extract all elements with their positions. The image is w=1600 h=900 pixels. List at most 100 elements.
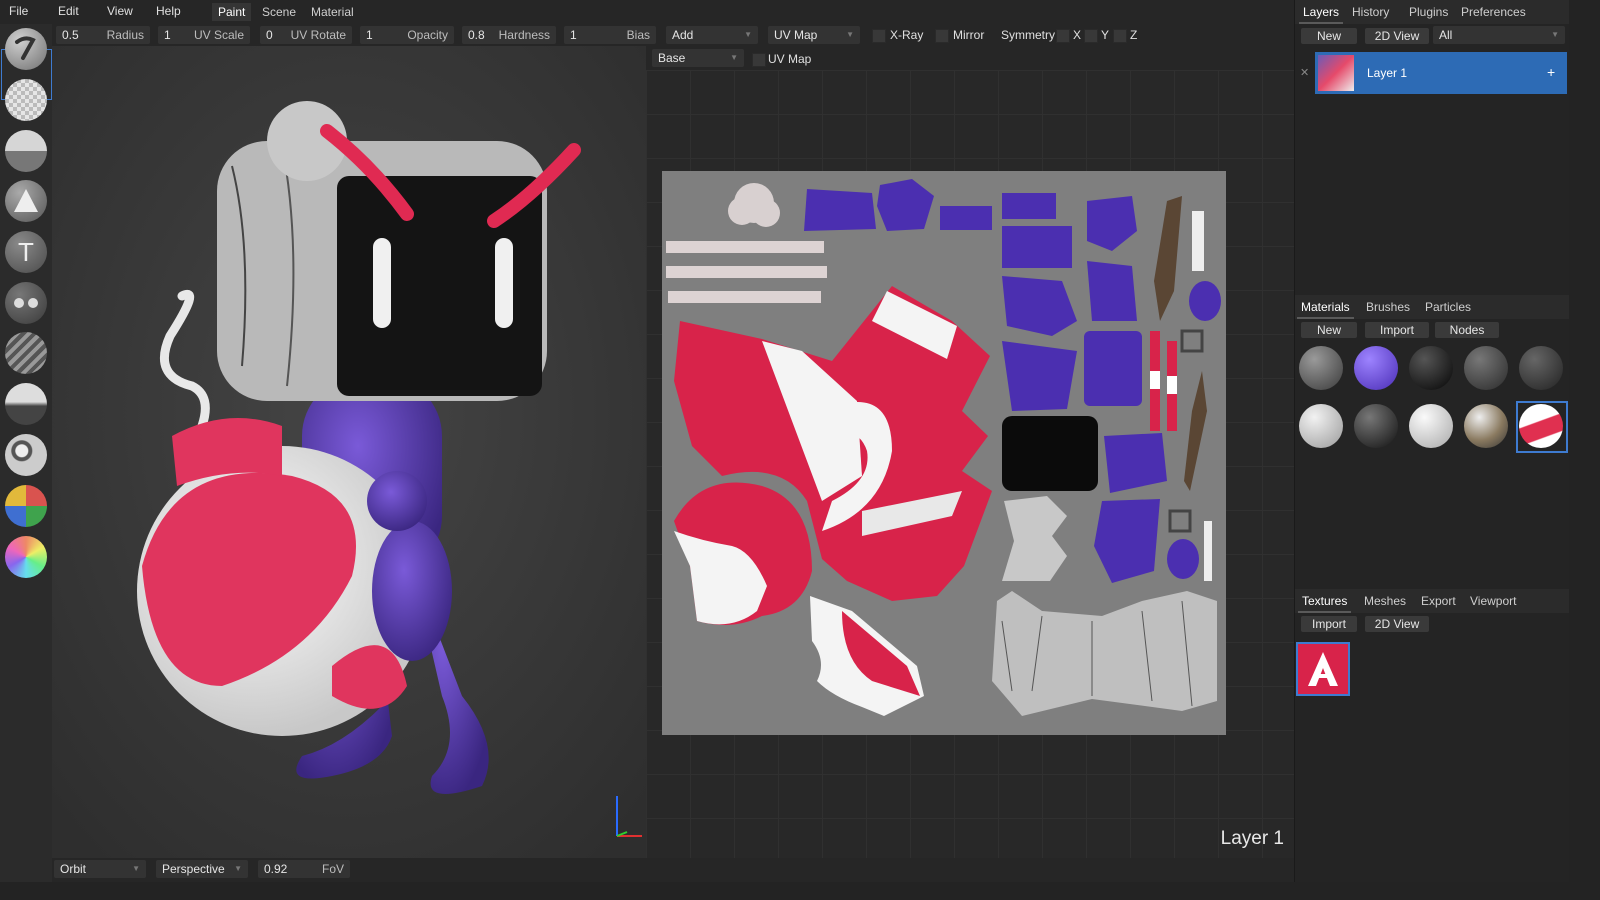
smudge-icon[interactable] — [5, 383, 47, 425]
chevron-down-icon: ▼ — [846, 30, 854, 39]
opacity-field[interactable]: 1 Opacity — [360, 26, 454, 44]
colorid-icon[interactable] — [5, 485, 47, 527]
layer-visibility-icon[interactable]: ✕ — [1300, 66, 1309, 79]
material-slot-8[interactable] — [1409, 404, 1453, 448]
hardness-label: Hardness — [498, 28, 550, 42]
fov-label: FoV — [321, 862, 344, 876]
tab-paint[interactable]: Paint — [212, 3, 252, 21]
uv-editor-view[interactable]: Layer 1 — [646, 70, 1294, 858]
chevron-down-icon: ▼ — [132, 864, 140, 873]
new-material-button[interactable]: New — [1301, 322, 1357, 338]
camera-type-dropdown[interactable]: Perspective ▼ — [156, 860, 248, 878]
tab-export[interactable]: Export — [1421, 594, 1456, 608]
textures-2d-view-button[interactable]: 2D View — [1365, 616, 1429, 632]
tab-materials[interactable]: Materials — [1297, 300, 1354, 319]
decal-icon[interactable] — [5, 180, 47, 222]
sym-x-label: X — [1073, 28, 1082, 42]
uv-layer-dropdown[interactable]: Base ▼ — [652, 49, 744, 67]
sym-z-checkbox[interactable] — [1113, 29, 1127, 43]
tex-coord-value: UV Map — [774, 28, 818, 42]
tool-column: T — [0, 24, 52, 882]
uv-scale-field[interactable]: 1 UV Scale — [158, 26, 250, 44]
bias-value: 1 — [570, 28, 577, 42]
uv-texture-sheet — [662, 171, 1226, 735]
material-slot-10[interactable] — [1519, 404, 1563, 448]
layer-filter-dropdown[interactable]: All ▼ — [1433, 26, 1565, 44]
nav-mode-value: Orbit — [60, 862, 87, 876]
menu-view[interactable]: View — [107, 4, 133, 18]
material-slot-5[interactable] — [1519, 346, 1563, 390]
layer-filter-value: All — [1439, 28, 1453, 42]
hardness-value: 0.8 — [468, 28, 485, 42]
sym-y-checkbox[interactable] — [1084, 29, 1098, 43]
tab-particles[interactable]: Particles — [1425, 300, 1471, 314]
material-slot-4[interactable] — [1464, 346, 1508, 390]
texture-thumbnail[interactable] — [1296, 642, 1350, 696]
tab-history[interactable]: History — [1352, 5, 1389, 19]
menu-help[interactable]: Help — [156, 4, 181, 18]
chevron-down-icon: ▼ — [744, 30, 752, 39]
xray-label: X-Ray — [890, 28, 924, 42]
menu-file[interactable]: File — [9, 4, 28, 18]
material-slot-3[interactable] — [1409, 346, 1453, 390]
eraser-icon[interactable] — [5, 79, 47, 121]
tab-brushes[interactable]: Brushes — [1366, 300, 1410, 314]
bias-label: Bias — [626, 28, 650, 42]
tab-textures[interactable]: Textures — [1297, 594, 1352, 613]
blend-mode-value: Add — [672, 28, 694, 42]
material-slot-6[interactable] — [1299, 404, 1343, 448]
camera-type-value: Perspective — [162, 862, 225, 876]
radius-value: 0.5 — [62, 28, 79, 42]
uv-editor-header: Base ▼ UV Map — [646, 46, 1294, 70]
uv-rotate-value: 0 — [266, 28, 273, 42]
symmetry-label: Symmetry — [1001, 28, 1055, 42]
nav-mode-dropdown[interactable]: Orbit ▼ — [54, 860, 146, 878]
layers-2d-view-button[interactable]: 2D View — [1365, 28, 1429, 44]
bias-field[interactable]: 1 Bias — [564, 26, 656, 44]
sym-x-checkbox[interactable] — [1056, 29, 1070, 43]
fill-icon[interactable] — [5, 130, 47, 172]
picker-icon[interactable] — [5, 536, 47, 578]
material-slot-7[interactable] — [1354, 404, 1398, 448]
right-panel: Layers History Plugins Preferences New 2… — [1294, 0, 1569, 882]
mirror-checkbox[interactable] — [935, 29, 949, 43]
hardness-field[interactable]: 0.8 Hardness — [462, 26, 556, 44]
layer-name: Layer 1 — [1367, 66, 1408, 80]
menu-edit[interactable]: Edit — [58, 4, 79, 18]
import-material-button[interactable]: Import — [1365, 322, 1429, 338]
material-slot-1[interactable] — [1299, 346, 1343, 390]
blend-mode-dropdown[interactable]: Add ▼ — [666, 26, 758, 44]
uv-map-checkbox[interactable] — [752, 53, 766, 67]
tab-plugins[interactable]: Plugins — [1409, 5, 1448, 19]
new-layer-button[interactable]: New — [1301, 28, 1357, 44]
tab-viewport[interactable]: Viewport — [1470, 594, 1516, 608]
mirror-label: Mirror — [953, 28, 985, 42]
radius-field[interactable]: 0.5 Radius — [56, 26, 150, 44]
import-texture-button[interactable]: Import — [1301, 616, 1357, 632]
xray-checkbox[interactable] — [872, 29, 886, 43]
3d-viewport[interactable] — [52, 46, 646, 858]
tab-layers[interactable]: Layers — [1298, 5, 1344, 24]
menu-bar: File Edit View Help Paint Scene Material — [0, 0, 1294, 24]
tab-scene[interactable]: Scene — [256, 3, 302, 21]
tab-material[interactable]: Material — [305, 3, 360, 21]
tex-coord-dropdown[interactable]: UV Map ▼ — [768, 26, 860, 44]
materials-tabstrip: Materials Brushes Particles — [1295, 295, 1569, 319]
brush-icon[interactable] — [5, 28, 47, 70]
material-slot-9[interactable] — [1464, 404, 1508, 448]
material-slot-2[interactable] — [1354, 346, 1398, 390]
text-icon[interactable]: T — [5, 231, 47, 273]
particle-icon[interactable] — [5, 434, 47, 476]
clone-icon[interactable] — [5, 282, 47, 324]
tab-meshes[interactable]: Meshes — [1364, 594, 1406, 608]
nodes-button[interactable]: Nodes — [1435, 322, 1499, 338]
tab-preferences[interactable]: Preferences — [1461, 5, 1526, 19]
add-mask-icon[interactable]: + — [1547, 64, 1555, 80]
uv-rotate-label: UV Rotate — [290, 28, 346, 42]
uv-rotate-field[interactable]: 0 UV Rotate — [260, 26, 352, 44]
opacity-label: Opacity — [407, 28, 448, 42]
blur-icon[interactable] — [5, 332, 47, 374]
fov-field[interactable]: 0.92 FoV — [258, 860, 350, 878]
layer-row-layer-1[interactable]: Layer 1 + — [1315, 52, 1567, 94]
character-render — [52, 46, 646, 858]
